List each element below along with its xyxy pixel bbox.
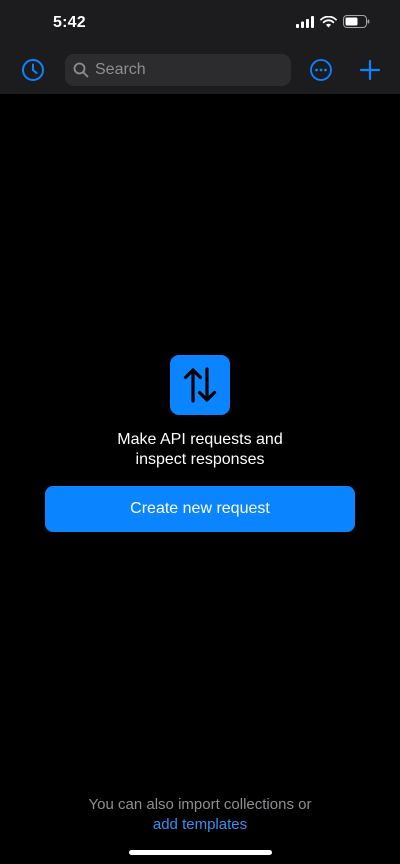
wifi-icon [320, 15, 337, 33]
add-templates-link[interactable]: add templates [0, 815, 400, 835]
search-input[interactable] [95, 61, 275, 79]
create-new-request-button[interactable]: Create new request [45, 486, 355, 532]
signal-icon [296, 15, 314, 33]
toolbar [0, 50, 400, 90]
empty-state-line-2: inspect responses [135, 451, 265, 468]
empty-state-message: Make API requests and inspect responses [0, 430, 400, 470]
empty-state-line-1: Make API requests and [117, 431, 283, 448]
battery-icon [343, 15, 370, 33]
top-header: 5:42 [0, 0, 400, 94]
import-hint-text: You can also import collections or [88, 796, 312, 813]
status-icons [296, 15, 370, 33]
search-field[interactable] [65, 54, 291, 86]
ellipsis-circle-icon[interactable] [308, 57, 334, 83]
search-icon [73, 62, 89, 78]
status-bar: 5:42 [0, 0, 400, 46]
plus-icon[interactable] [357, 57, 383, 83]
home-indicator [129, 850, 272, 855]
up-down-arrows-icon [170, 355, 230, 415]
history-clock-icon[interactable] [20, 57, 46, 83]
status-time: 5:42 [53, 14, 86, 31]
